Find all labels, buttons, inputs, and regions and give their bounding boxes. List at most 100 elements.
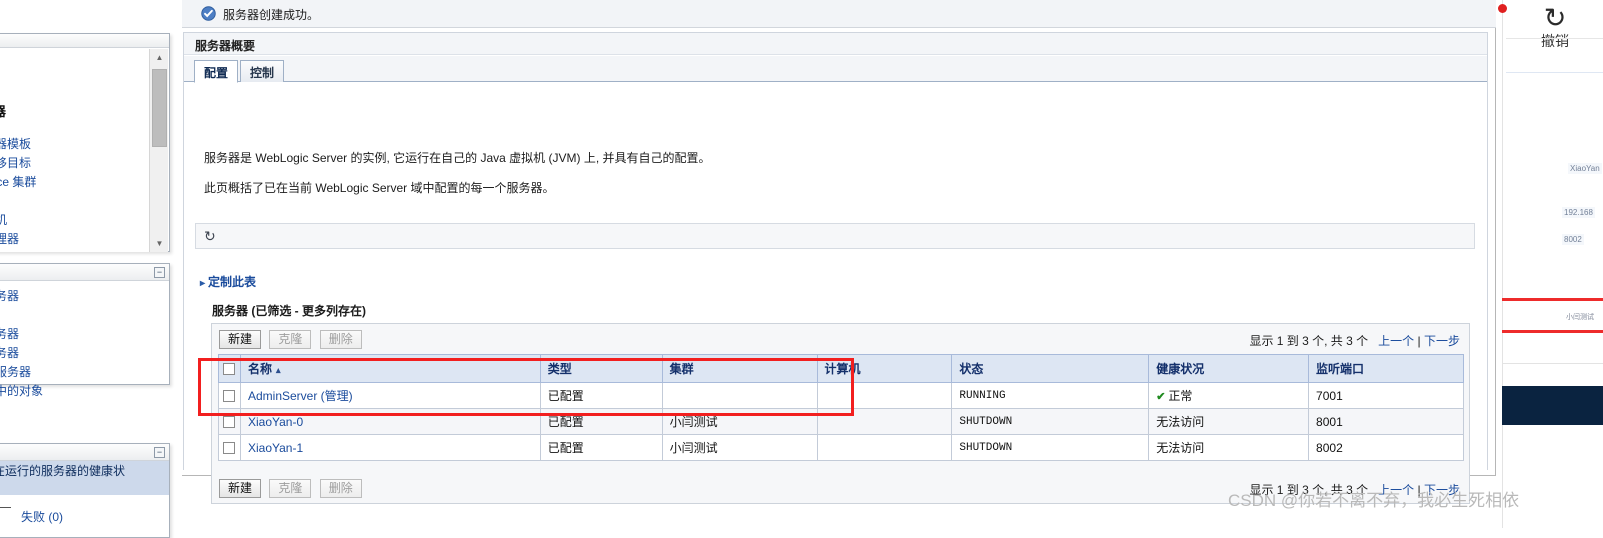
table-caption: 服务器 (已筛选 - 更多列存在) — [212, 304, 366, 318]
sidebar-item-server-template[interactable]: 务器模板 — [0, 135, 43, 154]
cell-type: 已配置 — [539, 382, 663, 409]
success-banner: 服务器创建成功。 — [182, 0, 1496, 28]
pager-next-link[interactable]: 下一步 — [1424, 334, 1460, 348]
background-divider-3 — [1502, 363, 1603, 364]
sidebar-howto-list: 服务器 器 服务器 服务器 上服务器 树中的对象 — [0, 287, 43, 401]
cell-cluster — [661, 382, 818, 409]
watermark: CSDN @你若不离不弃，我必生死相依 — [1228, 491, 1520, 510]
sidebar-howto-panel-header: − — [0, 264, 169, 281]
cell-state: SHUTDOWN — [951, 434, 1150, 461]
sidebar-nav-panel-header — [0, 34, 169, 48]
sidebar-status-title-line1: 正在运行的服务器的健康状 — [0, 464, 126, 478]
caret-up-icon[interactable]: ▲ — [150, 49, 169, 66]
success-banner-text: 服务器创建成功。 — [223, 8, 320, 22]
sidebar-status-divider — [0, 507, 11, 508]
pager-prev-link[interactable]: 上一个 — [1378, 334, 1414, 348]
sidebar-scrollbar[interactable]: ▲ ▼ — [149, 49, 168, 252]
list-item[interactable]: 服务器 — [0, 287, 43, 306]
cell-port: 8002 — [1308, 434, 1464, 461]
column-header-state[interactable]: 状态 — [951, 354, 1150, 383]
column-header-port[interactable]: 监听端口 — [1308, 354, 1464, 383]
collapse-icon[interactable]: − — [154, 267, 165, 278]
cell-health: 无法访问 — [1148, 408, 1310, 435]
cell-health: ✔ 正常 — [1148, 382, 1310, 409]
row-checkbox[interactable] — [223, 416, 235, 429]
table-toolbar-bottom: 新建 克隆 删除 — [219, 479, 367, 498]
sidebar-item-work-manager[interactable]: 管理器 — [0, 230, 43, 249]
servers-table-container: 新建 克隆 删除 显示 1 到 3 个, 共 3 个 上一个 | 下一步 名称 … — [211, 323, 1470, 504]
delete-button[interactable]: 删除 — [319, 330, 362, 349]
customize-table-link[interactable]: ▸ 定制此表 — [200, 273, 256, 290]
description-paragraph-2: 此页概括了已在当前 WebLogic Server 域中配置的每一个服务器。 — [204, 181, 555, 195]
sidebar-status-failed-link[interactable]: 失败 (0) — [21, 508, 63, 525]
server-link[interactable]: XiaoYan-1 — [248, 441, 303, 455]
cell-health-label: 正常 — [1168, 389, 1193, 403]
sidebar-item-machine[interactable]: 几 — [0, 192, 43, 211]
new-button[interactable]: 新建 — [219, 479, 262, 498]
column-header-health[interactable]: 健康状况 — [1148, 354, 1310, 383]
row-checkbox[interactable] — [223, 390, 235, 403]
table-row: AdminServer (管理) 已配置 RUNNING ✔ 正常 7001 — [218, 382, 1464, 409]
sidebar-status-panel: − 正在运行的服务器的健康状 13 失败 (0) — [0, 443, 170, 538]
background-page — [1502, 0, 1603, 528]
tab-control[interactable]: 控制 — [240, 60, 285, 82]
background-annotation-line-2 — [1502, 330, 1603, 333]
server-link[interactable]: XiaoYan-0 — [248, 415, 303, 429]
cell-machine — [816, 382, 953, 409]
list-item[interactable]: 服务器 — [0, 325, 43, 344]
column-header-machine[interactable]: 计算机 — [816, 354, 953, 383]
table-header-row: 名称 ▴ 类型 集群 计算机 状态 健康状况 监听端口 — [218, 354, 1464, 383]
cell-type: 已配置 — [539, 408, 663, 435]
cell-machine — [816, 408, 953, 435]
row-checkbox[interactable] — [223, 442, 235, 455]
table-toolbar-top: 新建 克隆 删除 — [219, 330, 367, 349]
table-row: XiaoYan-0 已配置 小闫测试 SHUTDOWN 无法访问 8001 — [218, 408, 1464, 435]
sort-asc-icon: ▴ — [276, 365, 281, 375]
sidebar-status-title: 正在运行的服务器的健康状 13 — [0, 461, 169, 495]
background-red-dot — [1498, 4, 1507, 13]
caret-down-icon[interactable]: ▼ — [150, 235, 169, 252]
collapse-icon[interactable]: − — [154, 447, 165, 458]
sidebar-item-template[interactable]: 模板 — [0, 249, 43, 252]
server-summary-section: 服务器概要 配置 控制 服务器是 WebLogic Server 的实例, 它运… — [183, 32, 1488, 504]
list-item[interactable]: 树中的对象 — [0, 382, 43, 401]
column-header-type[interactable]: 类型 — [539, 354, 663, 383]
check-icon: ✔ — [1156, 391, 1166, 403]
delete-button[interactable]: 删除 — [319, 479, 362, 498]
scrollbar-thumb[interactable] — [152, 69, 167, 147]
list-item[interactable]: 服务器 — [0, 344, 43, 363]
list-item[interactable]: 器 — [0, 306, 43, 325]
clone-button[interactable]: 克隆 — [269, 479, 312, 498]
sidebar-item-virtual-host[interactable]: 主机 — [0, 211, 43, 230]
background-annotation-line-1 — [1502, 298, 1603, 301]
cell-cluster: 小闫测试 — [661, 434, 818, 461]
background-divider-2 — [1506, 72, 1603, 73]
background-divider-1 — [1506, 38, 1603, 39]
tab-config[interactable]: 配置 — [194, 60, 239, 83]
column-header-cluster[interactable]: 集群 — [661, 354, 818, 383]
cell-machine — [816, 434, 953, 461]
list-item[interactable]: 上服务器 — [0, 363, 43, 382]
undo-button[interactable]: ↻ 撤销 — [1520, 4, 1590, 50]
select-all-checkbox[interactable] — [223, 363, 235, 376]
customize-table-label: 定制此表 — [208, 275, 257, 289]
new-button[interactable]: 新建 — [219, 330, 262, 349]
refresh-icon[interactable]: ↻ — [204, 228, 216, 244]
cell-port: 7001 — [1308, 382, 1464, 409]
background-faint-text-2: 192.168 — [1562, 207, 1595, 218]
background-faint-text-1: XiaoYan — [1568, 163, 1602, 174]
sidebar-item-migration-target[interactable]: 迁移目标 — [0, 154, 43, 173]
refresh-toolbar: ↻ — [195, 223, 1475, 249]
cell-name: AdminServer (管理) — [239, 382, 541, 409]
server-link[interactable]: AdminServer (管理) — [248, 389, 353, 403]
sidebar-item-coherence-cluster[interactable]: ence 集群 — [0, 173, 43, 192]
servers-table: 名称 ▴ 类型 集群 计算机 状态 健康状况 监听端口 AdminServer … — [218, 354, 1464, 461]
clone-button[interactable]: 克隆 — [269, 330, 312, 349]
background-navy-block — [1502, 386, 1603, 425]
column-header-name[interactable]: 名称 ▴ — [239, 354, 541, 383]
cell-name: XiaoYan-0 — [239, 408, 541, 435]
column-header-name-label: 名称 — [247, 362, 272, 376]
row-select-cell — [218, 382, 241, 409]
pager-top: 显示 1 到 3 个, 共 3 个 上一个 | 下一步 — [1249, 332, 1460, 349]
sidebar-nav-panel-body: 器 务器模板 迁移目标 ence 集群 几 主机 管理器 模板 类和关闭类 — [0, 49, 150, 252]
